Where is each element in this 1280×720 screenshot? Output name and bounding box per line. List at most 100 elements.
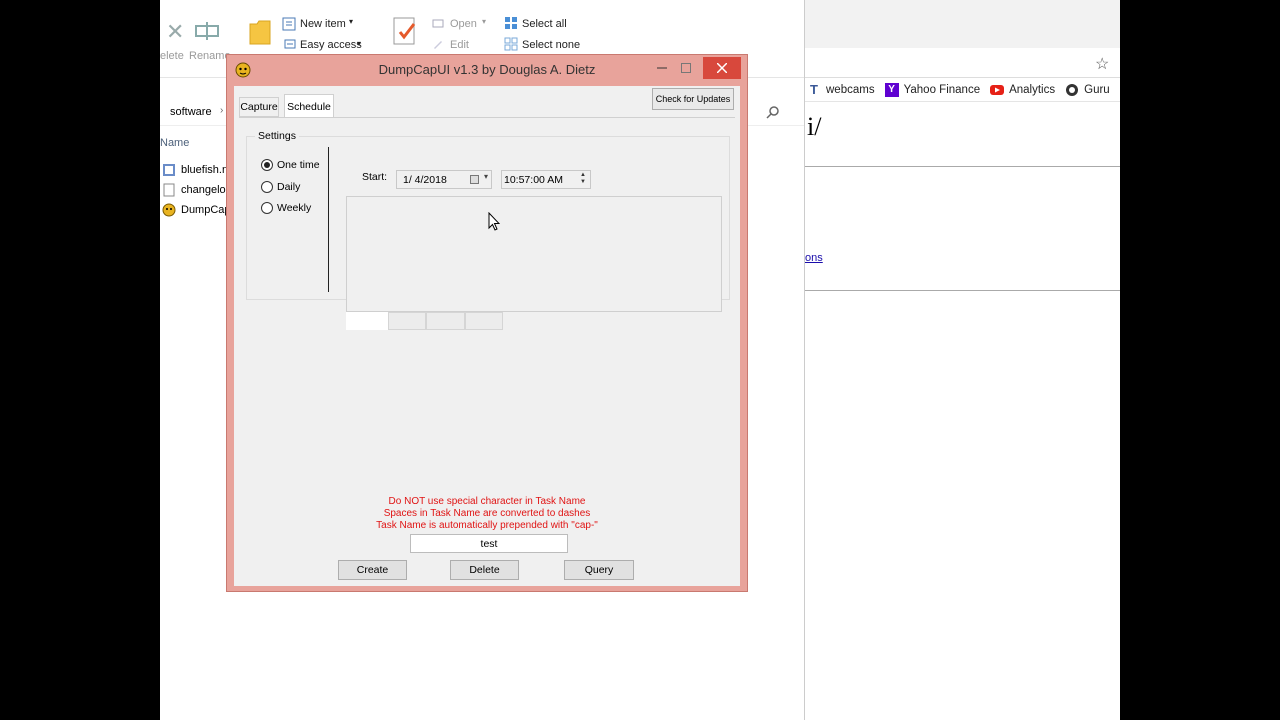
title-bar[interactable]: DumpCapUI v1.3 by Douglas A. Dietz <box>227 55 747 85</box>
schedule-options-panel <box>346 196 722 312</box>
easy-access-icon[interactable] <box>284 38 296 50</box>
bookmark-guru[interactable]: Guru <box>1065 83 1110 97</box>
youtube-icon <box>990 83 1005 97</box>
t-icon: T <box>810 82 818 97</box>
yahoo-icon: Y <box>884 82 899 97</box>
date-value: 1/ 4/2018 <box>403 173 447 186</box>
app-icon <box>162 203 176 217</box>
subtab[interactable] <box>388 312 426 330</box>
bookmark-label: Analytics <box>1009 83 1056 96</box>
subtab[interactable] <box>346 312 388 330</box>
chevron-down-icon[interactable]: ▾ <box>484 172 488 181</box>
bookmark-webcams[interactable]: T webcams <box>807 82 875 97</box>
tab-schedule[interactable]: Schedule <box>284 94 334 118</box>
edit-button[interactable]: Edit <box>450 39 469 51</box>
radio-label: Daily <box>277 181 301 193</box>
divider <box>805 166 1120 167</box>
task-name-warning: Do NOT use special character in Task Nam… <box>234 496 740 532</box>
list-item[interactable]: bluefish.n <box>160 160 228 180</box>
calendar-icon[interactable] <box>470 175 479 184</box>
start-time-picker[interactable]: 10:57:00 AM ▲ ▼ <box>501 170 591 189</box>
radio-one-time[interactable]: One time <box>261 159 320 171</box>
open-icon[interactable] <box>432 17 444 29</box>
edit-icon[interactable] <box>432 38 444 50</box>
start-label: Start: <box>362 171 388 183</box>
maximize-button[interactable] <box>675 57 697 79</box>
browser-window: ☆ T webcams Y Yahoo Finance Analytics Gu… <box>804 0 1120 720</box>
minimize-button[interactable] <box>651 57 673 79</box>
query-button[interactable]: Query <box>564 560 634 580</box>
close-button[interactable] <box>703 57 741 79</box>
bookmark-yahoo-finance[interactable]: Y Yahoo Finance <box>884 82 981 97</box>
delete-label[interactable]: elete <box>160 50 184 62</box>
panel-subtabs <box>346 312 504 330</box>
warning-line: Task Name is automatically prepended wit… <box>376 520 598 531</box>
vertical-separator <box>328 147 329 292</box>
settings-label: Settings <box>255 130 299 142</box>
radio-label: One time <box>277 159 320 171</box>
subtab[interactable] <box>426 312 465 330</box>
file-name: bluefish.n <box>181 164 229 176</box>
bookmark-label: webcams <box>826 83 875 96</box>
chevron-down-icon[interactable]: ▾ <box>357 39 361 48</box>
chevron-right-icon: › <box>220 105 224 116</box>
rename-label[interactable]: Rename <box>189 50 231 62</box>
divider <box>805 290 1120 291</box>
open-button[interactable]: Open <box>450 18 477 30</box>
bookmark-label: Yahoo Finance <box>903 83 981 96</box>
document-icon <box>162 183 176 197</box>
delete-button[interactable]: Delete <box>450 560 519 580</box>
breadcrumb[interactable]: software <box>170 106 212 118</box>
select-none-icon[interactable] <box>504 37 518 51</box>
subtab[interactable] <box>465 312 503 330</box>
radio-indicator[interactable] <box>261 202 273 214</box>
easy-access-button[interactable]: Easy access <box>300 39 362 51</box>
tab-divider <box>239 117 735 118</box>
start-date-picker[interactable]: 1/ 4/2018 ▾ <box>396 170 492 189</box>
chevron-down-icon[interactable]: ▾ <box>482 17 486 26</box>
tab-capture[interactable]: Capture <box>239 97 279 117</box>
mouse-cursor-icon <box>488 212 500 231</box>
dialog-client-area: Capture Schedule Check for Updates Setti… <box>234 86 740 586</box>
time-value: 10:57:00 AM <box>504 173 563 186</box>
column-header-name[interactable]: Name <box>160 137 189 149</box>
radio-indicator[interactable] <box>261 181 273 193</box>
dumpcapui-dialog: DumpCapUI v1.3 by Douglas A. Dietz Captu… <box>226 54 748 592</box>
properties-icon[interactable] <box>392 16 418 48</box>
spinner-icon[interactable]: ▲ ▼ <box>578 172 588 187</box>
select-none-button[interactable]: Select none <box>522 39 580 51</box>
bookmark-analytics[interactable]: Analytics <box>990 83 1055 97</box>
page-heading: i/ <box>807 112 822 141</box>
star-icon[interactable]: ☆ <box>1095 54 1109 74</box>
close-icon <box>717 63 727 73</box>
page-link[interactable]: ons <box>805 252 823 264</box>
file-icon <box>162 163 176 177</box>
warning-line: Do NOT use special character in Task Nam… <box>388 496 586 507</box>
chevron-down-icon[interactable]: ▾ <box>349 17 353 26</box>
select-all-icon[interactable] <box>504 16 518 30</box>
radio-daily[interactable]: Daily <box>261 181 300 193</box>
check-for-updates-button[interactable]: Check for Updates <box>652 88 734 110</box>
new-folder-icon[interactable] <box>248 16 272 46</box>
select-all-button[interactable]: Select all <box>522 18 567 30</box>
list-item[interactable]: DumpCap <box>160 200 231 220</box>
file-name: DumpCap <box>181 204 231 216</box>
new-item-button[interactable]: New item <box>300 18 346 30</box>
bookmarks-bar: T webcams Y Yahoo Finance Analytics Guru <box>805 78 1120 102</box>
list-item[interactable]: changelo <box>160 180 226 200</box>
maximize-icon <box>681 63 691 73</box>
file-name: changelo <box>181 184 226 196</box>
delete-icon[interactable]: ✕ <box>166 19 184 45</box>
warning-line: Spaces in Task Name are converted to das… <box>383 508 591 519</box>
bookmark-label: Guru <box>1084 83 1110 96</box>
create-button[interactable]: Create <box>338 560 407 580</box>
rename-icon[interactable] <box>194 20 220 42</box>
radio-indicator[interactable] <box>261 159 273 171</box>
radio-weekly[interactable]: Weekly <box>261 202 311 214</box>
task-name-input[interactable]: test <box>410 534 568 553</box>
radio-label: Weekly <box>277 202 312 214</box>
gear-icon <box>1065 83 1079 97</box>
search-icon[interactable] <box>766 105 780 119</box>
new-item-icon[interactable] <box>282 17 296 31</box>
address-bar[interactable]: ☆ <box>805 50 1120 78</box>
